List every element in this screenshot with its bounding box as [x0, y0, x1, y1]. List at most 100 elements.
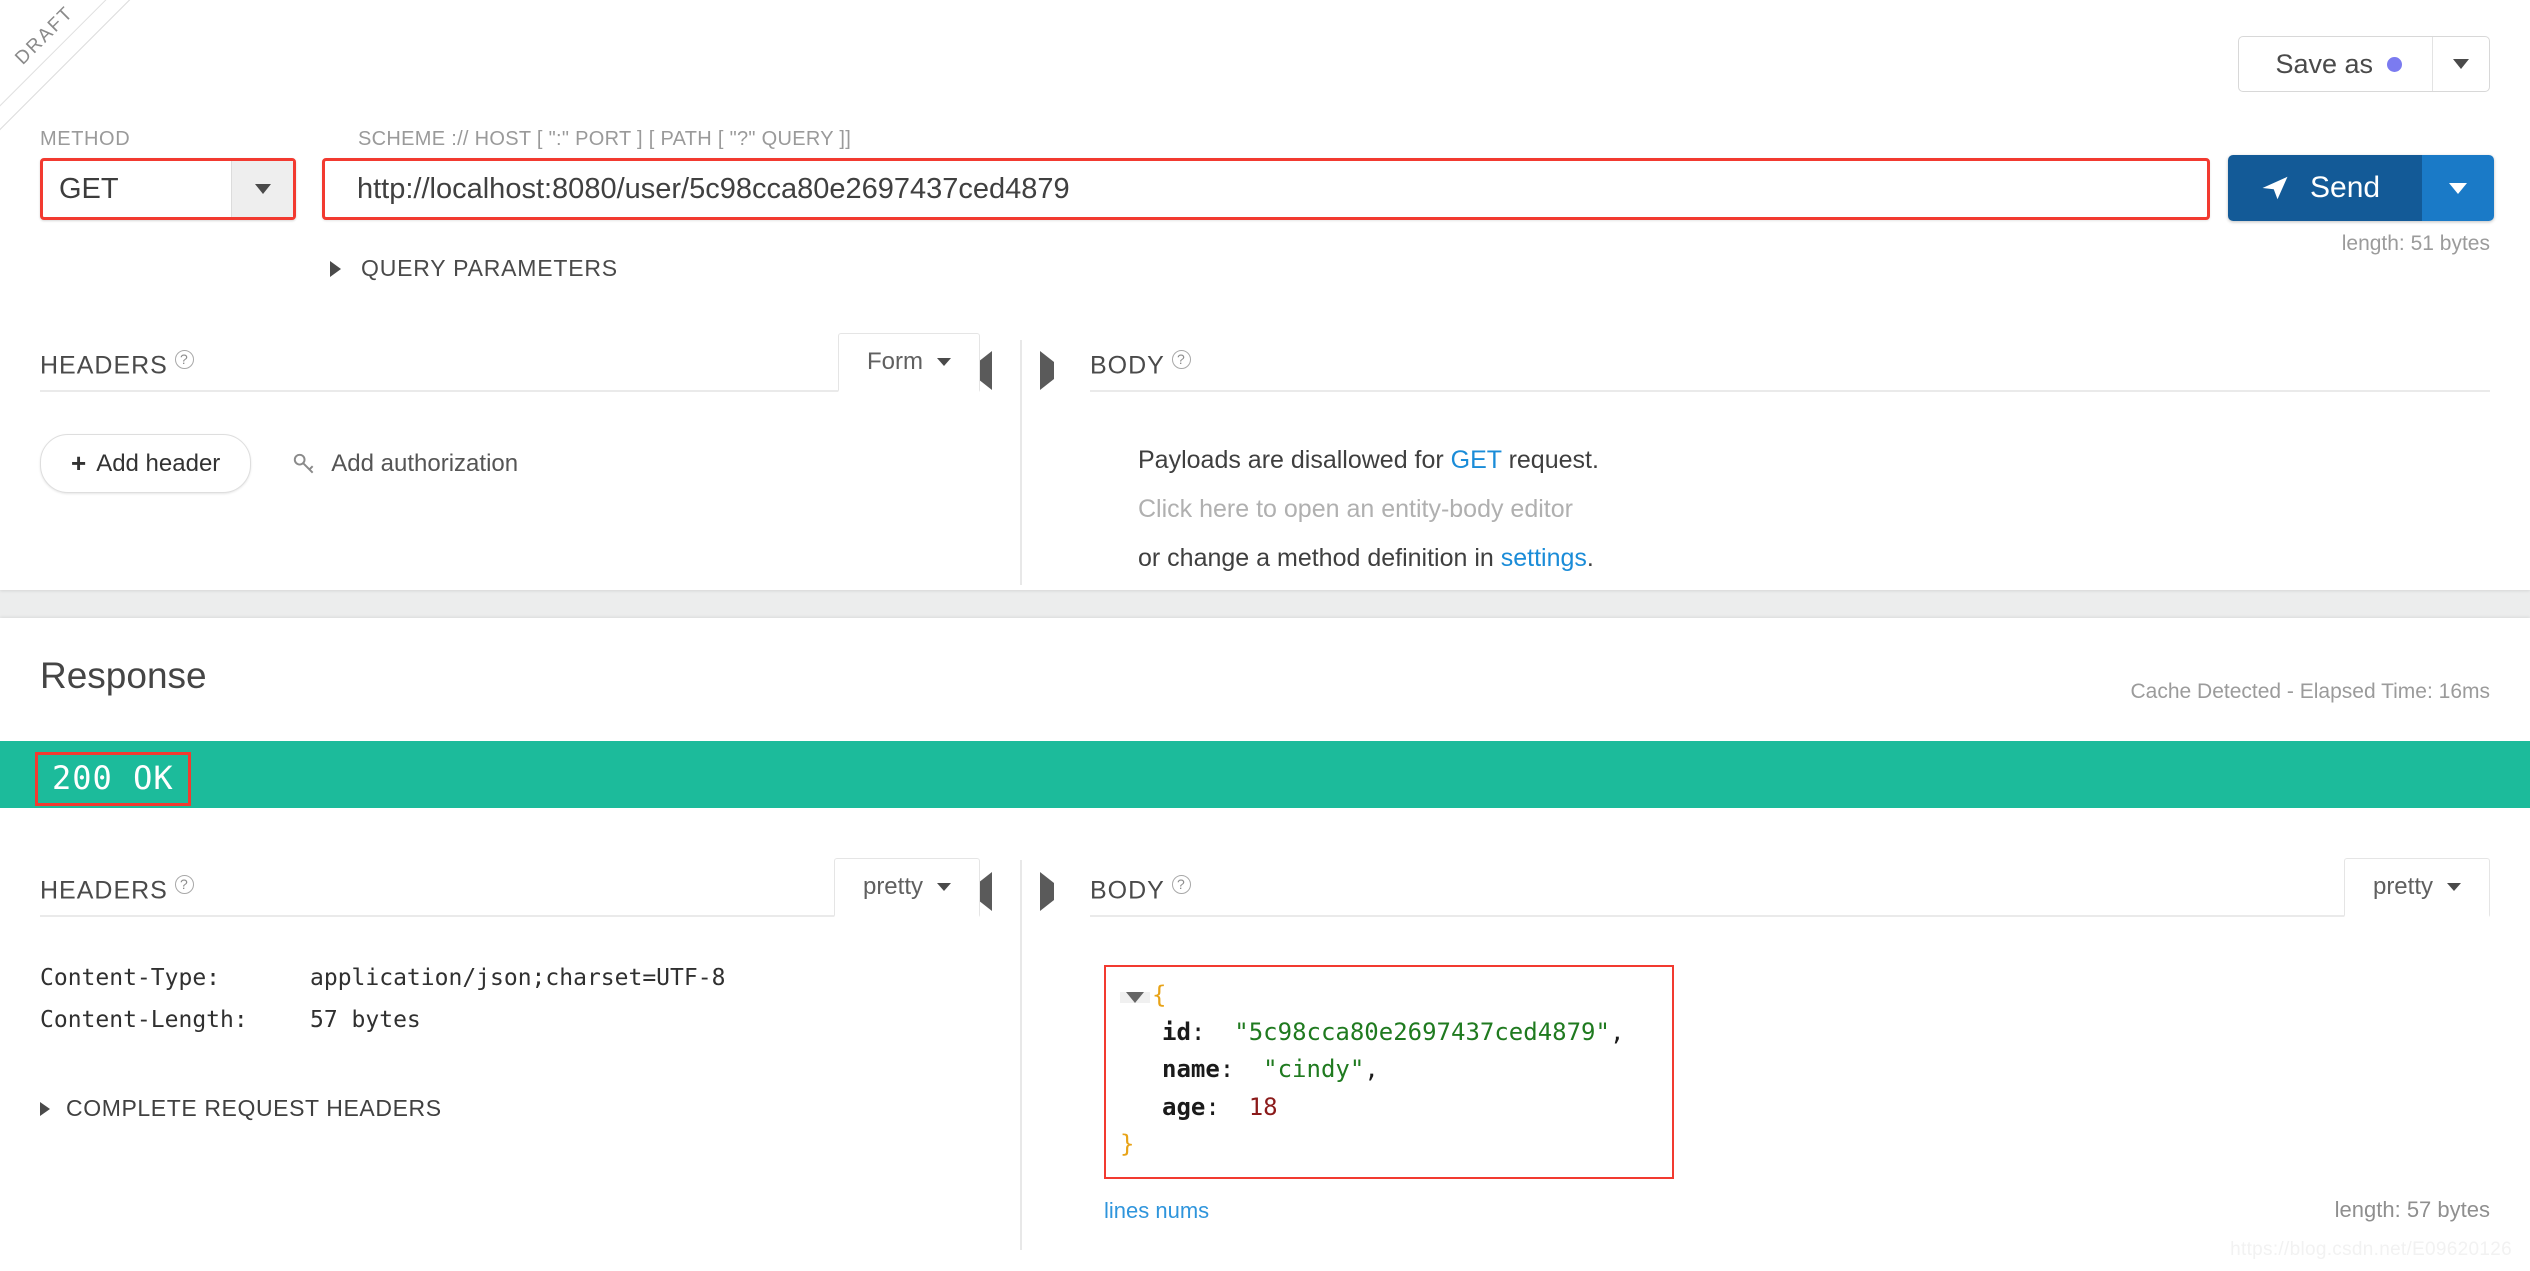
paper-plane-icon	[2262, 176, 2288, 200]
response-headers-section: HEADERS? pretty Content-Type: applicatio…	[0, 855, 1020, 1271]
settings-line: or change a method definition in setting…	[1138, 543, 1594, 572]
payload-disallowed-line: Payloads are disallowed for GET request.	[1138, 446, 1599, 474]
response-headers-title: HEADERS?	[40, 874, 194, 915]
save-as-button[interactable]: Save as	[2239, 37, 2433, 91]
request-body-header: BODY?	[1090, 330, 2490, 392]
query-parameters-toggle[interactable]: QUERY PARAMETERS	[330, 255, 618, 282]
table-row: Content-Length: 57 bytes	[40, 999, 725, 1041]
complete-request-headers-toggle[interactable]: COMPLETE REQUEST HEADERS	[40, 1095, 442, 1122]
entity-body-editor-link[interactable]: Click here to open an entity-body editor	[1138, 485, 2490, 534]
response-body-mode-value: pretty	[2372, 873, 2433, 900]
header-value: 57 bytes	[310, 1007, 421, 1033]
json-value: "cindy"	[1263, 1055, 1365, 1084]
watermark: https://blog.csdn.net/E09620126	[2230, 1239, 2512, 1260]
json-close-line: }	[1120, 1126, 1658, 1163]
question-mark-icon[interactable]: ?	[1171, 874, 1191, 894]
request-headers-title: HEADERS?	[40, 349, 194, 390]
json-key: name	[1162, 1055, 1220, 1084]
url-input[interactable]	[325, 172, 2207, 206]
response-status-bar	[0, 741, 2530, 808]
response-body-mode-select[interactable]: pretty	[2343, 858, 2490, 917]
chevron-down-icon	[2449, 182, 2468, 194]
add-authorization-button[interactable]: Add authorization	[291, 450, 518, 478]
method-value: GET	[59, 172, 119, 205]
question-mark-icon[interactable]: ?	[174, 349, 194, 369]
question-mark-icon[interactable]: ?	[1171, 349, 1191, 369]
method-dropdown-button[interactable]	[231, 161, 293, 217]
chevron-down-icon	[2453, 59, 2469, 69]
method-select[interactable]: GET	[40, 158, 296, 220]
add-authorization-label: Add authorization	[331, 449, 519, 477]
request-headers-header: HEADERS? Form	[40, 330, 980, 392]
expand-response-body-button[interactable]	[1040, 872, 1054, 911]
response-headers-header: HEADERS? pretty	[40, 855, 980, 917]
request-headers-mode-value: Form	[867, 348, 923, 375]
json-close-brace: }	[1120, 1129, 1135, 1158]
request-panel-divider	[1020, 340, 1022, 585]
response-body-title: BODY?	[1090, 874, 1191, 915]
response-headers-mode-select[interactable]: pretty	[833, 858, 980, 917]
send-group: Send	[2228, 155, 2495, 221]
chevron-down-icon	[1126, 992, 1144, 1003]
response-headers-mode-value: pretty	[862, 873, 923, 900]
response-length-label: length: 57 bytes	[2334, 1197, 2490, 1222]
json-separator: :	[1205, 1092, 1220, 1121]
chevron-down-icon	[937, 883, 951, 891]
json-field-row: name: "cindy",	[1120, 1051, 1658, 1088]
json-open-brace: {	[1152, 981, 1167, 1009]
request-panel: DRAFT Save as METHOD SCHEME :// HOST [ "…	[0, 0, 2530, 590]
request-length-label: length: 51 bytes	[2341, 232, 2490, 255]
query-parameters-label: QUERY PARAMETERS	[361, 255, 618, 281]
chevron-down-icon	[254, 184, 271, 194]
status-badge: 200 OK	[35, 752, 191, 806]
add-header-label: Add header	[96, 449, 221, 477]
key-icon	[294, 453, 314, 473]
request-body-section: BODY? Payloads are disallowed for GET re…	[1090, 330, 2490, 580]
expand-body-button[interactable]	[1040, 351, 1054, 390]
chevron-right-icon	[1040, 351, 1054, 390]
add-header-button[interactable]: + Add header	[40, 434, 252, 493]
settings-link[interactable]: settings	[1501, 544, 1587, 572]
request-body-title: BODY?	[1090, 349, 1191, 390]
request-headers-section: HEADERS? Form + Add header Add authoriza…	[0, 330, 1020, 580]
save-as-dropdown-button[interactable]	[2433, 37, 2489, 91]
table-row: Content-Type: application/json;charset=U…	[40, 957, 725, 999]
json-key: age	[1162, 1092, 1206, 1121]
lines-nums-link[interactable]: lines nums	[1104, 1198, 1209, 1224]
response-body-header: BODY? pretty	[1090, 855, 2490, 917]
header-key: Content-Length:	[40, 1007, 248, 1033]
response-title: Response	[40, 655, 207, 696]
draft-ribbon: DRAFT	[0, 0, 140, 131]
method-link[interactable]: GET	[1451, 446, 1502, 474]
save-as-label: Save as	[2275, 48, 2373, 79]
response-headers-table: Content-Type: application/json;charset=U…	[0, 957, 725, 1041]
json-key: id	[1162, 1018, 1191, 1047]
json-comma: ,	[1364, 1055, 1379, 1084]
cache-elapsed-info: Cache Detected - Elapsed Time: 16ms	[2130, 680, 2490, 703]
json-value: "5c98cca80e2697437ced4879"	[1234, 1018, 1610, 1047]
complete-request-headers-label: COMPLETE REQUEST HEADERS	[66, 1095, 442, 1121]
json-collapse-toggle[interactable]	[1120, 992, 1150, 1003]
chevron-right-icon	[1040, 872, 1054, 911]
method-label: METHOD	[40, 128, 131, 150]
header-value: application/json;charset=UTF-8	[310, 965, 726, 991]
chevron-down-icon	[2447, 883, 2461, 891]
response-json-viewer: { id: "5c98cca80e2697437ced4879", name: …	[1104, 965, 1674, 1179]
json-separator: :	[1190, 1018, 1206, 1047]
json-open-line: {	[1120, 977, 1658, 1014]
request-headers-actions: + Add header Add authorization	[0, 434, 1020, 493]
send-dropdown-button[interactable]	[2422, 155, 2495, 221]
json-field-row: age: 18	[1120, 1089, 1658, 1126]
request-headers-mode-select[interactable]: Form	[838, 333, 980, 392]
header-key: Content-Type:	[40, 965, 221, 991]
chevron-right-icon	[330, 260, 341, 277]
response-panel-divider	[1020, 860, 1022, 1250]
url-input-wrapper[interactable]	[322, 158, 2210, 220]
question-mark-icon[interactable]: ?	[174, 874, 194, 894]
url-format-label: SCHEME :// HOST [ ":" PORT ] [ PATH [ "?…	[358, 128, 852, 150]
plus-icon: +	[71, 448, 87, 478]
save-as-group: Save as	[2238, 36, 2490, 92]
unsaved-dot-icon	[2387, 56, 2402, 72]
json-field-row: id: "5c98cca80e2697437ced4879",	[1120, 1014, 1658, 1051]
send-button[interactable]: Send	[2228, 155, 2423, 221]
